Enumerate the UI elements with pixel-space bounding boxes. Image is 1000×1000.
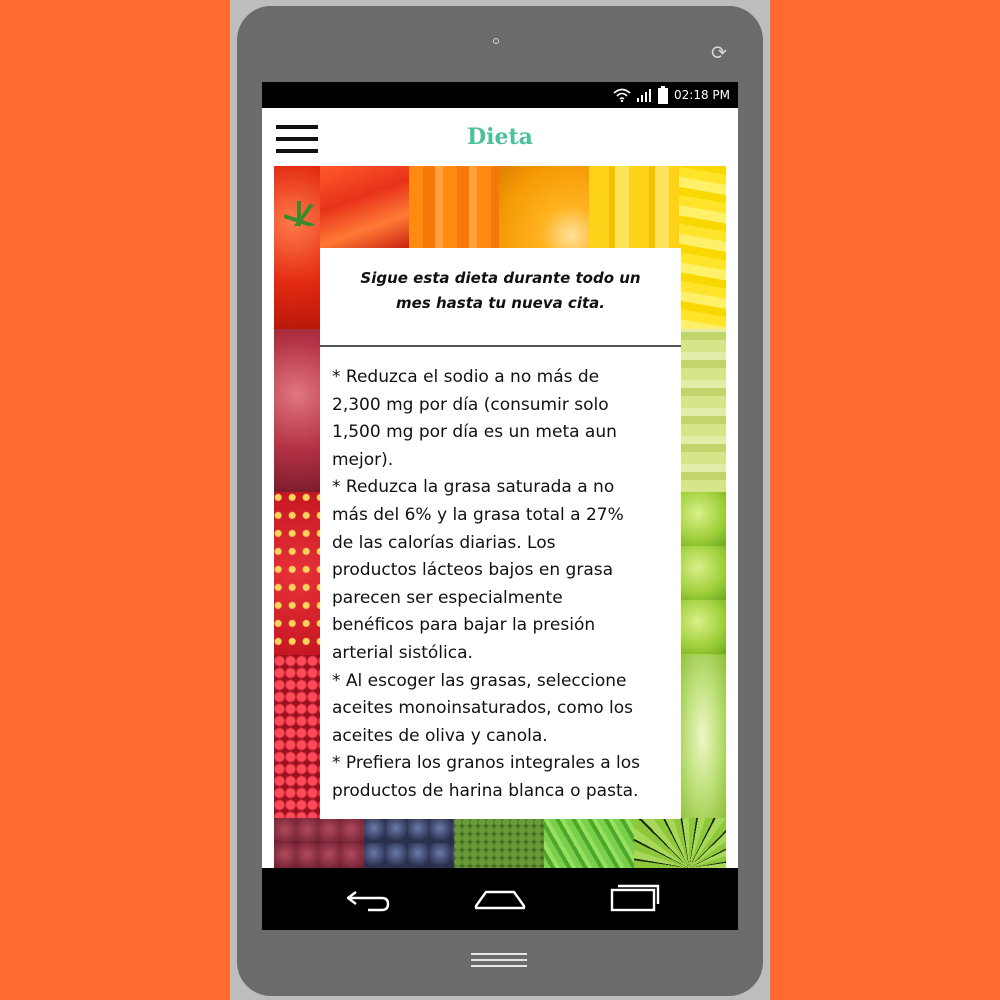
nav-bar: [262, 868, 738, 930]
diet-card: Sigue esta dieta durante todo un mes has…: [320, 248, 681, 819]
status-time: 02:18 PM: [674, 88, 730, 102]
tomato-stem-icon: [284, 196, 314, 226]
hamburger-menu-icon[interactable]: [276, 125, 320, 155]
wifi-icon: [613, 88, 631, 102]
broccoli-image: [454, 818, 544, 868]
card-divider: [320, 345, 681, 347]
status-icons: 02:18 PM: [613, 82, 730, 108]
hardware-menu-icon[interactable]: [471, 953, 527, 971]
orange-background-right: [770, 0, 1000, 1000]
page-title: Dieta: [467, 124, 533, 150]
lemon-image: [679, 166, 726, 329]
phone-screen: 02:18 PM Dieta Sigue esta dieta durante …: [262, 82, 738, 930]
card-heading: Sigue esta dieta durante todo un mes has…: [360, 269, 641, 312]
lettuce-image: [544, 818, 634, 868]
strawberry-image: [274, 492, 320, 655]
orange-image: [499, 166, 589, 248]
battery-icon: [657, 86, 669, 104]
red-berries-image: [274, 818, 364, 868]
plum-image: [274, 329, 320, 492]
blueberry-image: [364, 818, 454, 868]
card-body: * Reduzca el sodio a no más de 2,300 mg …: [332, 367, 640, 801]
carrot-image: [409, 166, 499, 248]
back-icon[interactable]: [328, 868, 408, 930]
status-bar: 02:18 PM: [262, 82, 738, 108]
rotate-icon: ⟳: [711, 42, 727, 64]
orange-background-left: [0, 0, 230, 1000]
green-grape-image: [679, 492, 726, 655]
green-gooseberry-image: [679, 329, 726, 492]
home-icon[interactable]: [460, 868, 540, 930]
signal-icon: [636, 88, 652, 102]
fruit-background: Sigue esta dieta durante todo un mes has…: [274, 166, 726, 868]
tomato-image: [274, 166, 320, 329]
pomegranate-image: [274, 655, 320, 818]
red-pepper-image: [320, 166, 409, 248]
recent-apps-icon[interactable]: [594, 868, 674, 930]
app-header: Dieta: [262, 108, 738, 166]
green-grape-cut-image: [679, 655, 726, 818]
kiwi-image: [634, 818, 726, 868]
camera-icon: [493, 38, 499, 44]
pineapple-image: [589, 166, 679, 248]
